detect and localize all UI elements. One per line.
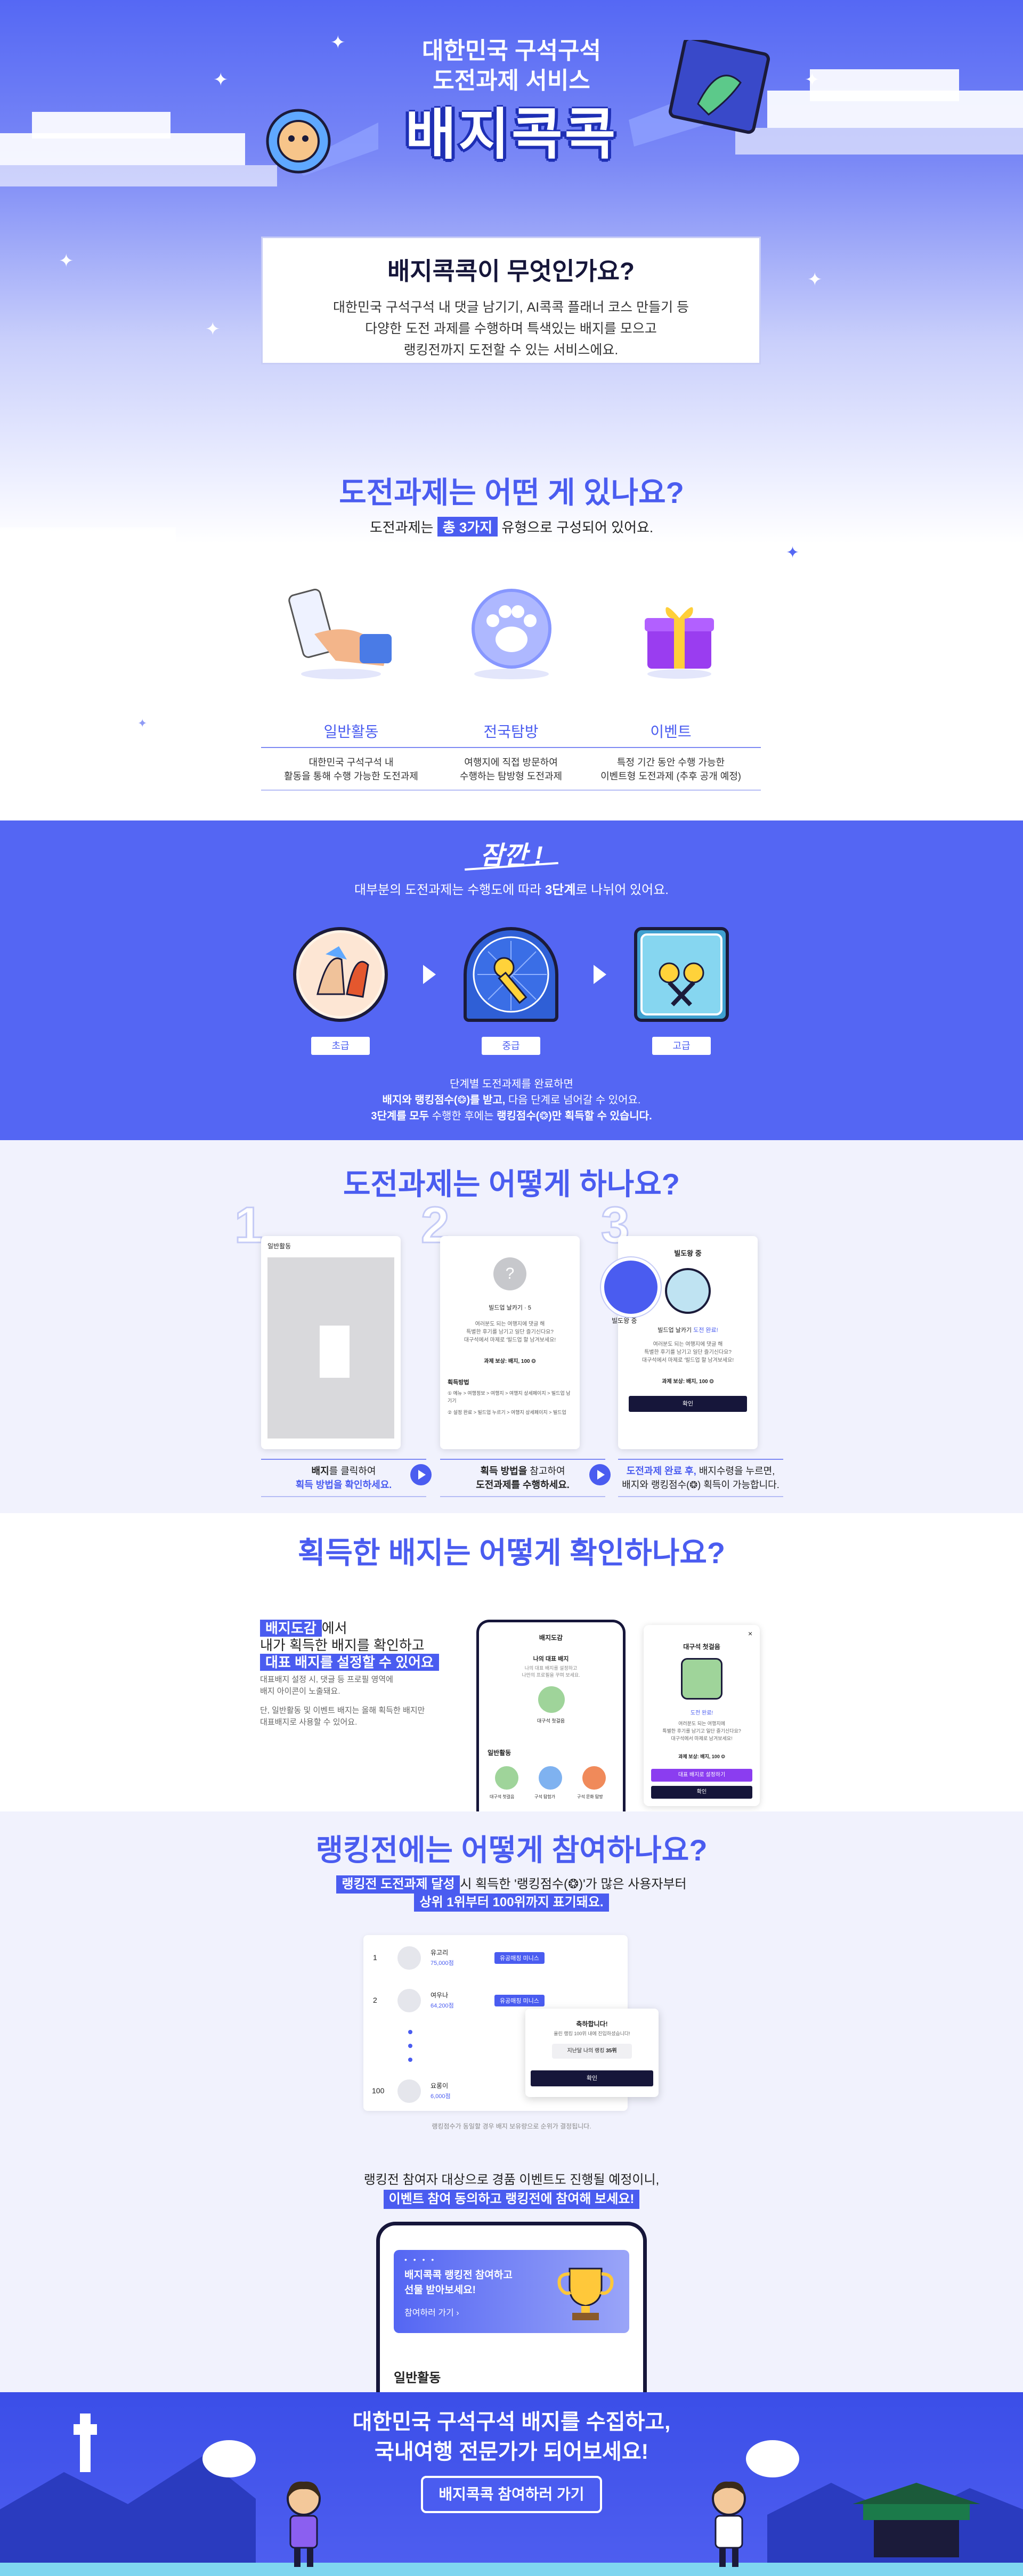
paw-icon — [472, 589, 551, 679]
check-title: 획득한 배지는 어떻게 확인하나요? — [297, 1536, 726, 1570]
sparkle-icon: ✦ — [807, 270, 823, 290]
ranking-event-banner[interactable]: • • • • 배지콕콕 랭킹전 참여하고 선물 받아보세요! 참여하러 가기 › — [394, 2250, 629, 2333]
footer-headline: 대한민국 구석구석 배지를 수집하고, 국내여행 전문가가 되어보세요! — [352, 2410, 671, 2464]
profile-button[interactable]: 유공매칭 미니스 — [494, 1995, 545, 2006]
types-count-pill: 총 3가지 — [437, 517, 498, 537]
set-badge-button[interactable]: 대표 배지로 설정하기 — [651, 1769, 752, 1782]
sparkle-icon: ✦ — [205, 319, 221, 339]
step-card-badge-list: 일반활동 — [261, 1236, 401, 1449]
intro-title: 배지콕콕이 무엇인가요? — [387, 257, 635, 285]
next-step-icon — [410, 1464, 432, 1485]
levels-subtitle: 대부분의 도전과제는 수행도에 따라 3단계로 나뉘어 있어요. — [354, 883, 669, 897]
rank-title: 랭킹전에는 어떻게 참여하나요? — [315, 1833, 708, 1867]
rank-popup: 축하합니다! 올린 랭킹 100위 내에 진입하셨습니다! 지난달 나의 랭킹 … — [525, 2009, 659, 2097]
avatar — [397, 2079, 421, 2103]
sparkle-icon: ✦ — [137, 717, 148, 730]
event-text: 랭킹전 참여자 대상으로 경품 이벤트도 진행될 예정이니, 이벤트 참여 동의… — [0, 2171, 1023, 2209]
avatar — [397, 1946, 421, 1970]
logo: 배지콕콕 — [405, 104, 618, 166]
intro-text-line: 다양한 도전 과제를 수행하며 특색있는 배지를 모으고 — [365, 321, 657, 336]
sparkle-icon: ✦ — [786, 544, 800, 562]
phone-section-label: 일반활동 — [394, 2371, 441, 2385]
level-beginner-badge — [293, 927, 388, 1022]
check-text: 배지도감 에서 내가 획득한 배지를 확인하고 대표 배지를 설정할 수 있어요 … — [260, 1620, 439, 1728]
badge-side-label: 빌도왕 중 — [612, 1317, 637, 1324]
level-label: 초급 — [311, 1037, 370, 1055]
badge-popup: 대구석 첫걸음 도전 완료! 여러분도 되는 여행지에 특별한 후기를 남기고 일… — [644, 1625, 760, 1806]
avatar — [397, 1989, 421, 2012]
ranking-row: 1 유고리 75,000점 유공매칭 미니스 — [368, 1939, 623, 1977]
card-tab: 일반활동 — [267, 1242, 291, 1250]
confirm-button[interactable]: 확인 — [629, 1396, 747, 1412]
level-advanced-badge — [634, 927, 729, 1022]
levels-section: 잠깐 ! 대부분의 도전과제는 수행도에 따라 3단계로 나뉘어 있어요. 초급… — [0, 820, 1023, 1140]
intro-text-line: 대한민국 구석구석 내 댓글 남기기, AI콕콕 플래너 코스 만들기 등 — [332, 300, 689, 315]
type-card: 전국탐방 여행지에 직접 방문하여 수행하는 탐방형 도전과제 — [421, 720, 601, 791]
step-description: 획득 방법을 참고하여 도전과제를 수행하세요. — [440, 1459, 605, 1497]
profile-button[interactable]: 유공매칭 미니스 — [494, 1952, 545, 1964]
confirm-button[interactable]: 확인 — [531, 2070, 653, 2086]
types-title: 도전과제는 어떤 게 있나요? — [339, 476, 684, 509]
type-card: 일반활동 대한민국 구석구석 내 활동을 통해 수행 가능한 도전과제 — [261, 720, 441, 791]
type-card: 이벤트 특정 기간 동안 수행 가능한 이벤트형 도전과제 (추후 공개 예정) — [581, 720, 761, 791]
intro-box: 배지콕콕이 무엇인가요? 대한민국 구석구석 내 댓글 남기기, AI콕콕 플래… — [261, 237, 761, 364]
step-description: 도전과제 완료 후, 배지수령을 누르면, 배지와 랭킹점수(❂) 획득이 가능… — [618, 1459, 783, 1497]
dragon-map-icon — [629, 40, 770, 147]
intro-text-line: 랭킹전까지 도전할 수 있는 서비스에요. — [403, 343, 619, 357]
level-label: 중급 — [482, 1037, 540, 1055]
phone-mockup: • • • • 배지콕콕 랭킹전 참여하고 선물 받아보세요! 참여하러 가기 ›… — [376, 2222, 647, 2392]
trophy-icon — [557, 2268, 614, 2320]
arrow-right-icon — [594, 965, 606, 984]
hero-subtitle: 대한민국 구석구석 도전과제 서비스 — [421, 38, 602, 94]
step-number: 1 — [233, 1196, 263, 1255]
types-subtitle: 도전과제는 총 3가지 유형으로 구성되어 있어요. — [0, 517, 1023, 537]
step-description: 배지를 클릭하여 획득 방법을 확인하세요. — [261, 1459, 426, 1497]
arrow-right-icon — [423, 965, 436, 984]
rank-note: 랭킹점수가 동일할 경우 배지 보유량으로 순위가 결정됩니다. — [432, 2123, 591, 2130]
next-step-icon — [589, 1464, 611, 1485]
level-intermediate-badge — [464, 927, 558, 1022]
phone-mockup: 배지도감 나의 대표 배지 나의 대표 배지를 설정하고 나만의 프로필을 꾸며 … — [476, 1620, 626, 1811]
confirm-button[interactable]: 확인 — [651, 1786, 752, 1799]
mascot-raccoon-icon — [266, 109, 378, 176]
character-boy-icon — [712, 2481, 746, 2567]
step-card-badge-detail: ? 빌드업 날카기 · 5 여러분도 되는 여행지에 댓글 해 특별한 후기를 남… — [440, 1236, 580, 1449]
phone-hand-icon — [288, 589, 392, 679]
sparkle-icon: ✦ — [59, 251, 74, 271]
hero-section: ✦ ✦ ✦ ✦ ✦ ✦ 대한민국 구석구석 도전과제 서비스 배지콕콕 배지콕콕… — [0, 0, 1023, 543]
join-link[interactable]: 참여하러 가기 › — [404, 2305, 459, 2318]
character-girl-icon — [287, 2481, 321, 2567]
levels-note: 단계별 도전과제를 완료하면 배지와 랭킹점수(❂)를 받고, 다음 단계로 넘… — [371, 1078, 652, 1122]
close-icon[interactable]: × — [748, 1629, 752, 1638]
rank-subtitle: 랭킹전 도전과제 달성 시 획득한 '랭킹점수(❂)'가 많은 사용자부터 상위 … — [0, 1875, 1023, 1912]
gift-icon — [645, 607, 714, 679]
badge-highlight — [601, 1257, 661, 1317]
how-title: 도전과제는 어떻게 하나요? — [343, 1167, 680, 1201]
join-cta-button[interactable]: 배지콕콕 참여하러 가기 — [421, 2476, 602, 2513]
level-label: 고급 — [652, 1037, 711, 1055]
